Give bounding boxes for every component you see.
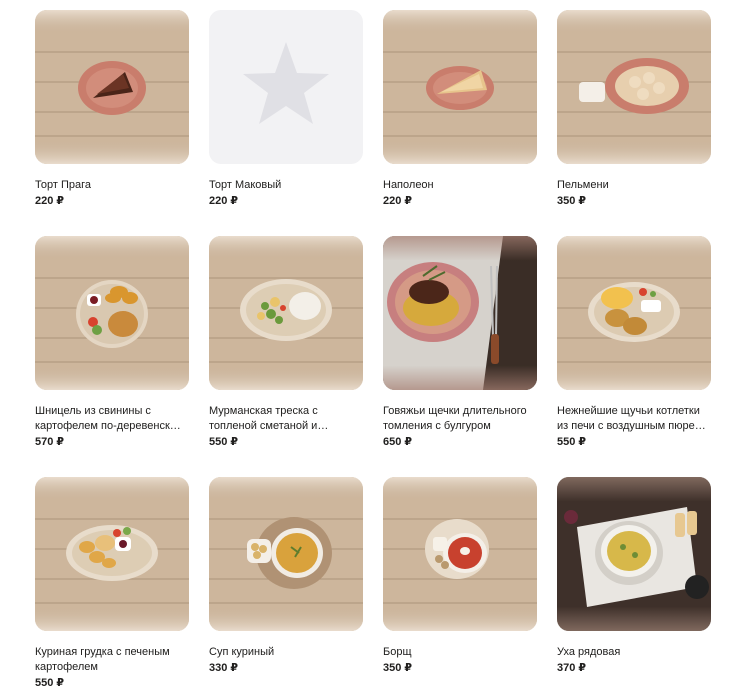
beef-cheeks-photo — [383, 236, 537, 390]
fish-soup-photo — [557, 477, 711, 631]
product-image[interactable] — [557, 10, 711, 164]
product-card[interactable]: Куриная грудка с печеным картофелем 550 … — [35, 477, 189, 691]
cake-chocolate-photo — [35, 10, 189, 164]
product-price: 550 ₽ — [35, 677, 65, 689]
product-image[interactable] — [383, 236, 537, 390]
product-title: Торт Маковый — [209, 179, 282, 191]
product-image[interactable] — [35, 477, 189, 631]
product-card[interactable]: Уха рядовая 370 ₽ — [557, 477, 711, 676]
product-card[interactable]: Борщ 350 ₽ — [383, 477, 537, 676]
product-image[interactable] — [383, 477, 537, 631]
product-title: Мурманская треска с топленой сметаной и … — [209, 405, 318, 432]
product-image[interactable] — [35, 236, 189, 390]
product-image[interactable] — [35, 10, 189, 164]
product-card[interactable]: Суп куриный 330 ₽ — [209, 477, 363, 676]
product-price: 550 ₽ — [209, 436, 239, 448]
cake-napoleon-photo — [383, 10, 537, 164]
star-placeholder-icon — [243, 42, 329, 124]
product-card[interactable]: Нежнейшие щучьи котлетки из печи с возду… — [557, 236, 711, 450]
product-image[interactable] — [209, 236, 363, 390]
product-price: 330 ₽ — [209, 662, 239, 674]
product-price: 370 ₽ — [557, 662, 587, 674]
product-title: Торт Прага — [35, 179, 91, 191]
product-title: Пельмени — [557, 179, 609, 191]
product-card[interactable]: Пельмени 350 ₽ — [557, 10, 711, 209]
product-price: 350 ₽ — [557, 195, 587, 207]
product-image[interactable] — [209, 10, 363, 164]
product-price: 220 ₽ — [35, 195, 65, 207]
product-title: Говяжьи щечки длительного томления с бул… — [383, 405, 527, 432]
product-card[interactable]: Шницель из свинины с картофелем по-дерев… — [35, 236, 189, 450]
chicken-soup-photo — [209, 477, 363, 631]
product-title: Шницель из свинины с картофелем по-дерев… — [35, 405, 176, 432]
product-price: 220 ₽ — [209, 195, 239, 207]
dumplings-photo — [557, 10, 711, 164]
product-title: Уха рядовая — [557, 646, 621, 658]
chicken-breast-photo — [35, 477, 189, 631]
product-image[interactable] — [383, 10, 537, 164]
product-title: Куриная грудка с печеным картофелем — [35, 646, 170, 673]
product-price: 650 ₽ — [383, 436, 413, 448]
product-card[interactable]: Торт Маковый 220 ₽ — [209, 10, 363, 209]
product-price: 570 ₽ — [35, 436, 65, 448]
pike-cutlets-photo — [557, 236, 711, 390]
product-title: Борщ — [383, 646, 412, 658]
product-price: 550 ₽ — [557, 436, 587, 448]
product-card[interactable]: Говяжьи щечки длительного томления с бул… — [383, 236, 537, 450]
schnitzel-photo — [35, 236, 189, 390]
product-card[interactable]: Наполеон 220 ₽ — [383, 10, 537, 209]
borscht-photo — [383, 477, 537, 631]
product-image[interactable] — [557, 477, 711, 631]
product-price: 220 ₽ — [383, 195, 413, 207]
product-price: 350 ₽ — [383, 662, 413, 674]
product-title: Нежнейшие щучьи котлетки из печи с возду… — [557, 405, 700, 432]
product-title: Суп куриный — [209, 646, 275, 658]
product-image[interactable] — [209, 477, 363, 631]
cod-vegetables-photo — [209, 236, 363, 390]
product-card[interactable]: Торт Прага 220 ₽ — [35, 10, 189, 209]
product-card[interactable]: Мурманская треска с топленой сметаной и … — [209, 236, 363, 450]
product-image[interactable] — [557, 236, 711, 390]
product-title: Наполеон — [383, 179, 434, 191]
